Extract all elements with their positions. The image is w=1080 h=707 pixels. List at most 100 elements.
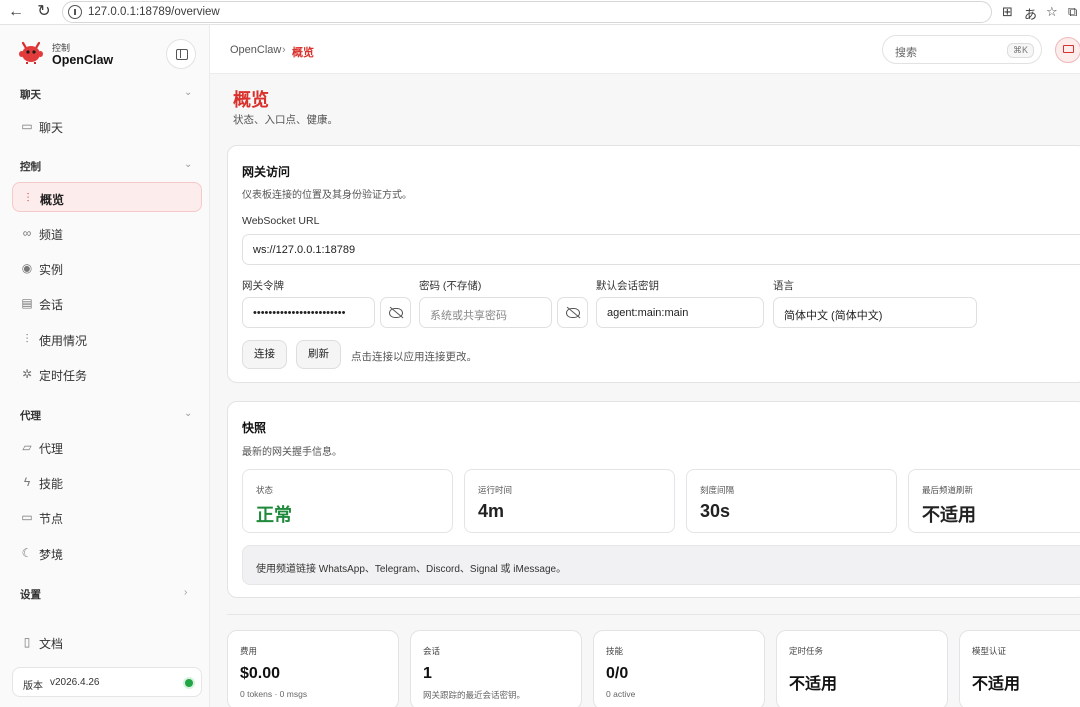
section-label-control[interactable]: 控制 bbox=[20, 159, 41, 174]
sidebar-item-sessions[interactable]: ▤ 会话 bbox=[12, 288, 202, 318]
document-icon: ▤ bbox=[21, 296, 33, 310]
stat-uptime: 运行时间 4m bbox=[464, 469, 675, 533]
breadcrumb-root[interactable]: OpenClaw bbox=[230, 44, 281, 56]
metric-label: 会话 bbox=[423, 646, 441, 656]
card-title: 网关访问 bbox=[242, 165, 291, 179]
sidebar-item-label: 使用情况 bbox=[39, 334, 88, 348]
sidebar-item-docs[interactable]: ▯ 文档 bbox=[12, 627, 202, 657]
metric-value: $0.00 bbox=[240, 665, 281, 682]
metric-value: 不适用 bbox=[972, 676, 1021, 693]
translate-icon[interactable]: あ bbox=[1024, 4, 1037, 23]
lightning-icon: ϟ bbox=[23, 475, 31, 489]
metric-sub: 网关跟踪的最近会话密钥。 bbox=[423, 690, 526, 700]
card-subtitle: 最新的网关握手信息。 bbox=[242, 447, 342, 458]
metric-sessions[interactable]: 会话 1 网关跟踪的最近会话密钥。 bbox=[410, 630, 582, 707]
monitor-icon: ▭ bbox=[21, 510, 33, 524]
back-icon[interactable]: ← bbox=[6, 3, 26, 21]
gateway-token-input[interactable]: •••••••••••••••••••••••• bbox=[242, 297, 375, 328]
version-badge: 版本 v2026.4.26 bbox=[12, 667, 202, 697]
refresh-button[interactable]: 刷新 bbox=[296, 340, 341, 369]
stat-value: 正常 bbox=[256, 505, 292, 525]
gateway-token-label: 网关令牌 bbox=[242, 280, 284, 292]
theme-toggle-button[interactable] bbox=[1055, 37, 1080, 63]
sidebar-item-chat[interactable]: ▭ 聊天 bbox=[12, 111, 202, 141]
chevron-right-icon[interactable]: › bbox=[184, 587, 187, 598]
section-label-chat[interactable]: 聊天 bbox=[20, 87, 41, 102]
sidebar-item-channels[interactable]: ∞ 频道 bbox=[12, 218, 202, 248]
monitor-icon bbox=[1063, 45, 1074, 53]
link-icon: ∞ bbox=[22, 226, 32, 240]
notice-text: 使用频道链接 WhatsApp、Telegram、Discord、Signal … bbox=[256, 564, 567, 575]
sidebar-item-cron[interactable]: ✲ 定时任务 bbox=[12, 359, 202, 389]
stat-label: 状态 bbox=[256, 485, 274, 495]
star-icon[interactable]: ☆ bbox=[1046, 4, 1058, 20]
site-info-icon[interactable] bbox=[68, 5, 82, 19]
reload-icon[interactable]: ↻ bbox=[34, 3, 54, 21]
metric-value: 不适用 bbox=[789, 676, 838, 693]
connect-hint: 点击连接以应用连接更改。 bbox=[351, 351, 477, 363]
card-title: 快照 bbox=[242, 421, 267, 435]
page-subtitle: 状态、入口点、健康。 bbox=[233, 114, 338, 126]
toggle-token-visibility-button[interactable] bbox=[380, 297, 411, 328]
sidebar-item-label: 节点 bbox=[39, 512, 64, 526]
metric-model-auth[interactable]: 模型认证 不适用 bbox=[959, 630, 1080, 707]
metric-label: 模型认证 bbox=[972, 646, 1007, 656]
sidebar-item-nodes[interactable]: ▭ 节点 bbox=[12, 502, 202, 532]
channel-notice: 使用频道链接 WhatsApp、Telegram、Discord、Signal … bbox=[242, 545, 1080, 585]
password-placeholder: 系统或共享密码 bbox=[430, 310, 507, 322]
stat-value: 30s bbox=[700, 501, 731, 521]
eye-off-icon bbox=[389, 308, 403, 318]
password-input[interactable]: 系统或共享密码 bbox=[419, 297, 552, 328]
sidebar-item-usage[interactable]: ⫶ 使用情况 bbox=[12, 324, 202, 354]
stat-tick-interval: 刻度间隔 30s bbox=[686, 469, 897, 533]
moon-icon: ☾ bbox=[21, 546, 33, 560]
collapse-sidebar-button[interactable] bbox=[166, 39, 196, 69]
gateway-token-value: •••••••••••••••••••••••• bbox=[253, 307, 346, 319]
sidebar-item-instances[interactable]: ◉ 实例 bbox=[12, 253, 202, 283]
sidebar-item-overview[interactable]: ⫶ 概览 bbox=[12, 182, 202, 212]
sidebar-item-label: 频道 bbox=[39, 228, 64, 242]
chevron-down-icon[interactable]: ⌄ bbox=[184, 159, 192, 170]
stat-label: 刻度间隔 bbox=[700, 485, 735, 495]
session-key-label: 默认会话密钥 bbox=[596, 280, 659, 292]
metric-skills[interactable]: 技能 0/0 0 active bbox=[593, 630, 765, 707]
sidebar-item-label: 定时任务 bbox=[39, 369, 88, 383]
stat-value: 4m bbox=[478, 501, 505, 521]
language-value: 简体中文 (简体中文) bbox=[784, 310, 883, 322]
stat-status: 状态 正常 bbox=[242, 469, 453, 533]
search-input[interactable]: 搜索 ⌘K bbox=[882, 35, 1042, 64]
section-label-agents[interactable]: 代理 bbox=[20, 408, 41, 423]
chevron-down-icon[interactable]: ⌄ bbox=[184, 87, 192, 98]
sidebar-item-label: 梦境 bbox=[39, 548, 64, 562]
metric-cost[interactable]: 费用 $0.00 0 tokens · 0 msgs bbox=[227, 630, 399, 707]
toggle-password-visibility-button[interactable] bbox=[557, 297, 588, 328]
address-bar[interactable]: 127.0.0.1:18789/overview bbox=[62, 1, 992, 23]
language-select[interactable]: 简体中文 (简体中文) bbox=[773, 297, 977, 328]
openclaw-logo-icon bbox=[19, 41, 43, 64]
sidebar-item-agents[interactable]: ▱ 代理 bbox=[12, 432, 202, 462]
apps-icon[interactable]: ⊞ bbox=[1002, 4, 1013, 20]
websocket-url-input[interactable]: ws://127.0.0.1:18789 bbox=[242, 234, 1080, 265]
sidebar: 控制 OpenClaw 聊天 ⌄ ▭ 聊天 控制 ⌄ ⫶ 概览 ∞ 频道 ◉ 实… bbox=[0, 25, 210, 707]
chevron-down-icon[interactable]: ⌄ bbox=[184, 408, 192, 419]
metric-label: 技能 bbox=[606, 646, 624, 656]
metric-label: 定时任务 bbox=[789, 646, 824, 656]
version-label: 版本 bbox=[23, 681, 43, 692]
metric-cron[interactable]: 定时任务 不适用 bbox=[776, 630, 948, 707]
version-value: v2026.4.26 bbox=[50, 677, 100, 688]
sidebar-item-label: 聊天 bbox=[39, 121, 64, 135]
connection-status-dot bbox=[185, 679, 193, 687]
websocket-url-value: ws://127.0.0.1:18789 bbox=[253, 244, 356, 256]
metric-sub: 0 tokens · 0 msgs bbox=[240, 689, 308, 699]
message-icon: ▭ bbox=[21, 119, 33, 133]
section-label-settings[interactable]: 设置 bbox=[20, 587, 41, 602]
metric-sub: 0 active bbox=[606, 689, 636, 699]
bar-chart-icon: ⫶ bbox=[26, 191, 30, 205]
session-key-input[interactable]: agent:main:main bbox=[596, 297, 764, 328]
connect-button[interactable]: 连接 bbox=[242, 340, 287, 369]
snapshot-card: 快照 最新的网关握手信息。 状态 正常 运行时间 4m 刻度间隔 30s 最后频… bbox=[227, 401, 1080, 598]
sidebar-item-skills[interactable]: ϟ 技能 bbox=[12, 467, 202, 497]
sidebar-item-dreams[interactable]: ☾ 梦境 bbox=[12, 538, 202, 568]
tab-search-icon[interactable]: ⧉ bbox=[1068, 4, 1077, 20]
stat-value: 不适用 bbox=[922, 505, 976, 525]
